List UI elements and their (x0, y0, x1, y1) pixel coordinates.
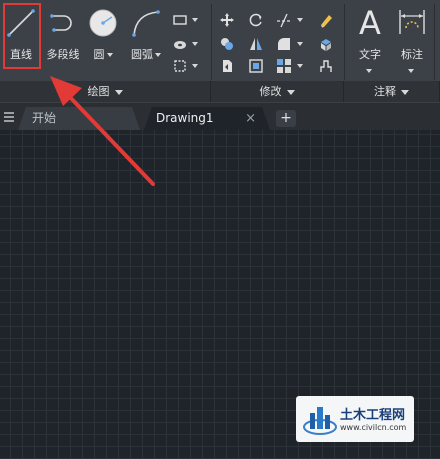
tab-menu-icon[interactable] (4, 112, 14, 124)
dimension-tool-button[interactable]: 标注 (394, 4, 430, 76)
arc-dropdown-icon[interactable] (155, 53, 161, 57)
mirror-tool-icon[interactable] (248, 36, 264, 52)
fillet-dropdown-icon[interactable] (297, 42, 303, 46)
dimension-dropdown-icon[interactable] (408, 69, 414, 73)
text-tool-button[interactable]: A 文字 (350, 4, 390, 76)
draw-panel-title[interactable]: 绘图 (0, 81, 211, 102)
draw-panel-expand-icon (114, 89, 123, 95)
ribbon-divider (344, 4, 345, 80)
array-dropdown-icon[interactable] (297, 64, 303, 68)
arc-icon (132, 10, 160, 37)
move-tool-icon[interactable] (219, 12, 235, 28)
text-large-a-icon: A (359, 4, 381, 42)
text-dropdown-icon[interactable] (366, 69, 372, 73)
explode-tool-icon[interactable] (318, 36, 334, 52)
stretch-tool-icon[interactable] (219, 58, 235, 74)
ribbon: 直线 多段线 圆 圆弧 A 文字 标注 绘图 修改 注释 (0, 0, 440, 104)
building-logo-icon (303, 407, 337, 435)
tab-drawing1-close-icon[interactable]: × (245, 107, 256, 130)
scale-tool-icon[interactable] (248, 58, 264, 74)
array-tool-icon[interactable] (276, 58, 292, 74)
circle-icon (89, 9, 117, 37)
polyline-tool-button[interactable]: 多段线 (42, 4, 84, 66)
fillet-tool-icon[interactable] (276, 36, 292, 52)
tab-drawing1-label: Drawing1 (156, 111, 214, 125)
rectangle-tool-icon[interactable] (172, 12, 188, 28)
annotation-panel-label: 注释 (374, 85, 396, 98)
region-tool-icon[interactable] (172, 58, 188, 74)
modify-panel-label: 修改 (259, 85, 282, 98)
watermark-brand: 土木工程网 (340, 408, 406, 423)
circle-tool-text: 圆 (93, 48, 105, 61)
polyline-icon (50, 14, 72, 32)
annotation-panel-expand-icon (401, 89, 409, 95)
erase-tool-icon[interactable] (318, 12, 334, 28)
annotation-panel-title[interactable]: 注释 (344, 81, 440, 102)
circle-tool-button[interactable]: 圆 (86, 4, 120, 66)
copy-tool-icon[interactable] (219, 36, 235, 52)
hatch-tool-icon[interactable] (172, 36, 188, 52)
document-tab-bar: 开始 Drawing1 × + (0, 104, 440, 130)
dimension-icon (399, 10, 425, 34)
trim-tool-icon[interactable] (276, 12, 292, 28)
circle-tool-label: 圆 (86, 46, 120, 62)
offset-tool-icon[interactable] (318, 58, 334, 74)
arc-tool-button[interactable]: 圆弧 (126, 4, 166, 66)
trim-dropdown-icon[interactable] (297, 18, 303, 22)
hatch-dropdown-icon[interactable] (192, 42, 198, 46)
modify-panel-title[interactable]: 修改 (211, 81, 344, 102)
region-dropdown-icon[interactable] (192, 64, 198, 68)
modify-panel-expand-icon (286, 89, 295, 95)
text-tool-label: 文字 (359, 48, 381, 61)
draw-panel-label: 绘图 (87, 85, 110, 98)
watermark-url: www.civilcn.com (340, 423, 407, 432)
tab-drawing1[interactable]: Drawing1 × (144, 107, 270, 130)
polyline-tool-label: 多段线 (46, 48, 80, 61)
circle-dropdown-icon[interactable] (106, 53, 113, 57)
plus-icon: + (280, 110, 292, 126)
new-tab-button[interactable]: + (276, 110, 296, 127)
arc-tool-text: 圆弧 (131, 48, 153, 61)
rectangle-dropdown-icon[interactable] (192, 18, 198, 22)
dimension-tool-label: 标注 (401, 48, 423, 61)
arc-tool-label: 圆弧 (126, 46, 166, 62)
ribbon-divider (434, 4, 435, 80)
watermark-logo: 土木工程网 www.civilcn.com (296, 396, 414, 442)
ribbon-divider (211, 4, 212, 80)
rotate-tool-icon[interactable] (248, 12, 264, 28)
line-tool-highlight-box (3, 3, 41, 69)
tab-start[interactable]: 开始 (18, 107, 140, 130)
tab-start-label: 开始 (32, 111, 57, 125)
